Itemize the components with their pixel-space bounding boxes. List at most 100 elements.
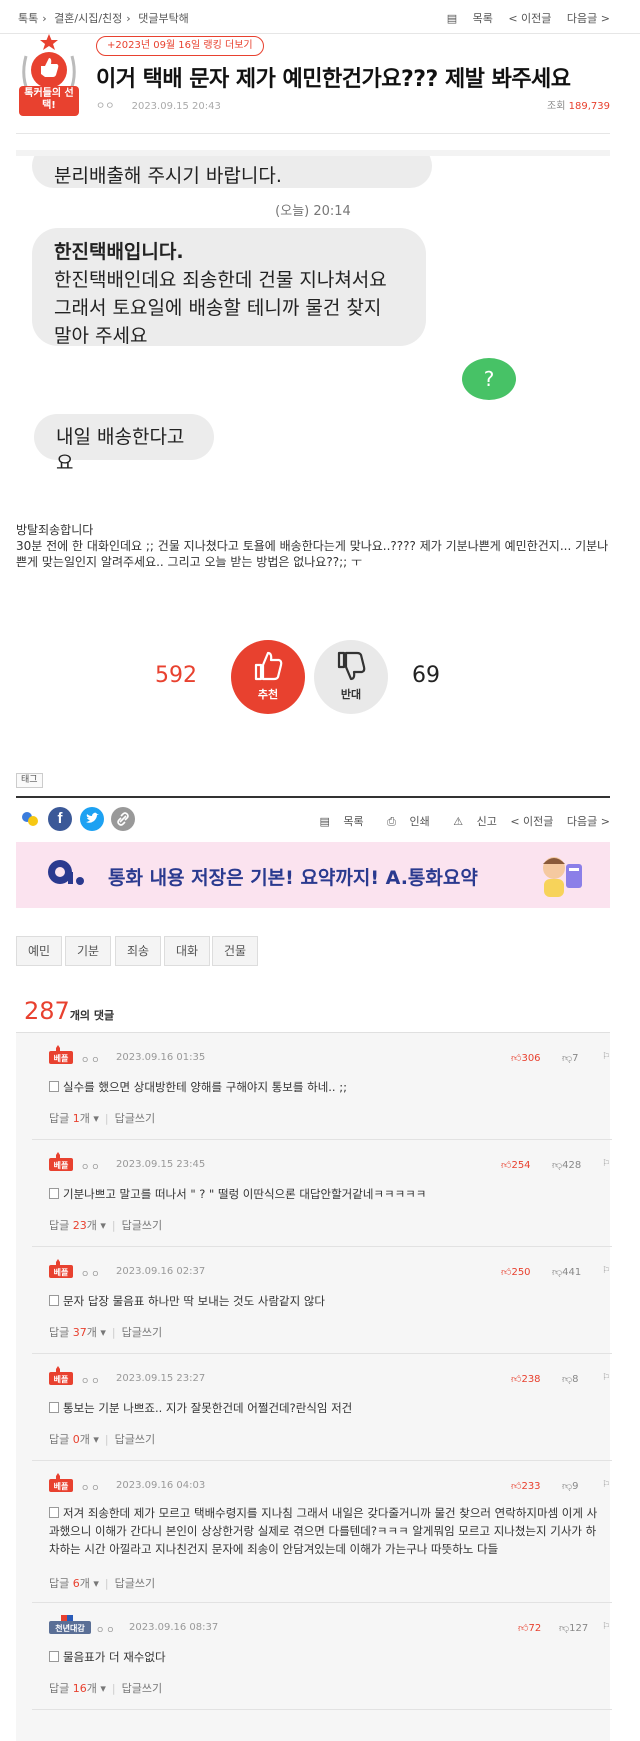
- ad-text: 통화 내용 저장은 기본! 요약까지! A.통화요약: [108, 867, 478, 889]
- comment-date: 2023.09.15 23:27: [116, 1373, 206, 1384]
- comment-text: 문자 답장 물음표 하나만 딱 보내는 것도 사람같지 않다: [49, 1292, 603, 1310]
- reply-toggle[interactable]: 답글 23개 ▾ | 답글쓰기: [49, 1217, 162, 1233]
- comment-like-button[interactable]: 👍︎233: [511, 1480, 541, 1492]
- thumbs-down-icon: [337, 651, 366, 681]
- write-reply-link[interactable]: 답글쓰기: [115, 1112, 155, 1125]
- post-body: 방탈죄송합니다 30분 전에 한 대화인데요 ;; 건물 지나쳤다고 토욜에 배…: [16, 523, 609, 569]
- thumbs-up-icon: 👍︎: [511, 1053, 522, 1064]
- reply-toggle[interactable]: 답글 16개 ▾ | 답글쓰기: [49, 1680, 162, 1696]
- thumbs-down-icon: 👎︎: [559, 1623, 570, 1634]
- write-reply-link[interactable]: 답글쓰기: [122, 1682, 162, 1695]
- report-icon: ⚠: [453, 815, 464, 828]
- upvote-count: 592: [155, 663, 197, 688]
- kakaotalk-share-icon[interactable]: [18, 807, 42, 831]
- keyword-tag[interactable]: 예민: [16, 936, 63, 966]
- downvote-button[interactable]: 반대: [314, 640, 388, 714]
- breadcrumb-item[interactable]: 결혼/시집/친정: [54, 12, 122, 25]
- report-icon[interactable]: ⚐: [602, 1266, 610, 1276]
- report-icon[interactable]: ⚐: [602, 1052, 610, 1062]
- keyword-tag[interactable]: 죄송: [115, 936, 162, 966]
- ranking-more-pill[interactable]: +2023년 09월 16일 랭킹 더보기: [96, 36, 264, 56]
- comment-item: 천년대감 ㅇㅇ 2023.09.16 08:37 👍︎72 👎︎127 ⚐ 물음…: [32, 1603, 612, 1710]
- link-copy-icon[interactable]: [111, 807, 135, 831]
- report-link[interactable]: ⚠ 신고: [443, 815, 497, 828]
- list-link[interactable]: ▤ 목록: [320, 815, 364, 828]
- comment-like-button[interactable]: 👍︎254: [501, 1159, 531, 1171]
- prev-post-link[interactable]: < 이전글: [510, 815, 553, 828]
- comment-dislike-button[interactable]: 👎︎7: [562, 1052, 579, 1064]
- keyword-tag[interactable]: 건물: [212, 936, 259, 966]
- list-icon: ▤: [446, 12, 458, 25]
- badge-label: 톡커들의 선택!: [24, 88, 74, 111]
- facebook-share-icon[interactable]: f: [48, 807, 72, 831]
- list-link[interactable]: ▤ 목록: [435, 12, 493, 25]
- document-icon: [49, 1402, 59, 1413]
- next-post-link[interactable]: 다음글 >: [567, 12, 610, 25]
- character-phone-icon: [543, 857, 582, 897]
- breadcrumb-item[interactable]: 댓글부탁해: [138, 12, 189, 25]
- keyword-tag[interactable]: 기분: [65, 936, 112, 966]
- post-meta: ㅇㅇ 2023.09.15 20:43: [96, 97, 221, 112]
- post-date: 2023.09.15 20:43: [131, 101, 221, 112]
- comment-item: 베플 ㅇㅇ 2023.09.16 01:35 👍︎306 👎︎7 ⚐ 실수를 했…: [32, 1033, 612, 1140]
- write-reply-link[interactable]: 답글쓰기: [115, 1577, 155, 1590]
- report-icon[interactable]: ⚐: [602, 1159, 610, 1169]
- comment-dislike-button[interactable]: 👎︎441: [552, 1266, 581, 1278]
- reply-toggle[interactable]: 답글 1개 ▾ | 답글쓰기: [49, 1110, 155, 1126]
- comment-list: 베플 ㅇㅇ 2023.09.16 01:35 👍︎306 👎︎7 ⚐ 실수를 했…: [16, 1032, 612, 1741]
- best-reply-badge-icon: 베플: [49, 1366, 73, 1385]
- report-icon[interactable]: ⚐: [602, 1373, 610, 1383]
- adot-logo-icon: [48, 860, 84, 885]
- comment-author: ㅇㅇ: [81, 1056, 102, 1066]
- breadcrumb-item[interactable]: 톡톡: [18, 12, 38, 25]
- comment-dislike-button[interactable]: 👎︎127: [559, 1622, 588, 1634]
- breadcrumb: 톡톡 › 결혼/시집/친정 › 댓글부탁해: [18, 12, 189, 25]
- comment-author: ㅇㅇ: [81, 1484, 102, 1494]
- thumbs-up-icon: 👍︎: [501, 1160, 512, 1171]
- report-icon[interactable]: ⚐: [602, 1480, 610, 1490]
- report-icon[interactable]: ⚐: [602, 1622, 610, 1632]
- thumbs-down-icon: 👎︎: [552, 1267, 563, 1278]
- laurel-icon: [19, 34, 79, 116]
- keyword-tag[interactable]: 대화: [164, 936, 211, 966]
- best-reply-badge-icon: 베플: [49, 1045, 73, 1064]
- reply-toggle[interactable]: 답글 0개 ▾ | 답글쓰기: [49, 1431, 155, 1447]
- reply-toggle[interactable]: 답글 6개 ▾ | 답글쓰기: [49, 1575, 155, 1591]
- comment-date: 2023.09.16 01:35: [116, 1052, 206, 1063]
- comment-like-button[interactable]: 👍︎238: [511, 1373, 541, 1385]
- reply-toggle[interactable]: 답글 37개 ▾ | 답글쓰기: [49, 1324, 162, 1340]
- ad-banner[interactable]: 통화 내용 저장은 기본! 요약까지! A.통화요약: [16, 842, 610, 908]
- chat-bubble-courier: 한진택배입니다. 한진택배인데요 죄송한데 건물 지나쳐서요 그래서 토요일에 …: [32, 228, 426, 347]
- chat-time: (오늘) 20:14: [275, 204, 351, 219]
- comment-item: 베플 ㅇㅇ 2023.09.15 23:27 👍︎238 👎︎8 ⚐ 통보는 기…: [32, 1354, 612, 1461]
- document-icon: [49, 1081, 59, 1092]
- comment-like-button[interactable]: 👍︎72: [518, 1622, 541, 1634]
- write-reply-link[interactable]: 답글쓰기: [122, 1326, 162, 1339]
- upvote-button[interactable]: 추천: [231, 640, 305, 714]
- twitter-share-icon[interactable]: [80, 807, 104, 831]
- comment-date: 2023.09.15 23:45: [116, 1159, 206, 1170]
- post-tools: ▤ 목록 ⎙ 인쇄 ⚠ 신고 < 이전글 다음글 >: [310, 813, 610, 829]
- comment-dislike-button[interactable]: 👎︎8: [562, 1373, 579, 1385]
- document-icon: [49, 1507, 59, 1518]
- comment-dislike-button[interactable]: 👎︎428: [552, 1159, 581, 1171]
- chat-bubble-prev: 분리배출해 주시기 바랍니다.: [32, 156, 432, 188]
- author-name: ㅇㅇ: [96, 101, 115, 112]
- thumbs-down-icon: 👎︎: [562, 1481, 573, 1492]
- next-post-link[interactable]: 다음글 >: [567, 815, 610, 828]
- comment-like-button[interactable]: 👍︎250: [501, 1266, 531, 1278]
- comment-like-button[interactable]: 👍︎306: [511, 1052, 541, 1064]
- write-reply-link[interactable]: 답글쓰기: [115, 1433, 155, 1446]
- comment-dislike-button[interactable]: 👎︎9: [562, 1480, 579, 1492]
- comment-author: ㅇㅇ: [81, 1270, 102, 1280]
- prev-post-link[interactable]: < 이전글: [508, 12, 551, 25]
- chat-bubble-reply: ?: [462, 358, 516, 400]
- comment-author: ㅇㅇ: [81, 1377, 102, 1387]
- thumbs-up-icon: 👍︎: [511, 1374, 522, 1385]
- thumbs-up-icon: 👍︎: [518, 1623, 529, 1634]
- thumbs-down-icon: 👎︎: [562, 1053, 573, 1064]
- write-reply-link[interactable]: 답글쓰기: [122, 1219, 162, 1232]
- print-link[interactable]: ⎙ 인쇄: [377, 815, 430, 828]
- comment-item: 베플 ㅇㅇ 2023.09.16 02:37 👍︎250 👎︎441 ⚐ 문자 …: [32, 1247, 612, 1354]
- comment-date: 2023.09.16 02:37: [116, 1266, 206, 1277]
